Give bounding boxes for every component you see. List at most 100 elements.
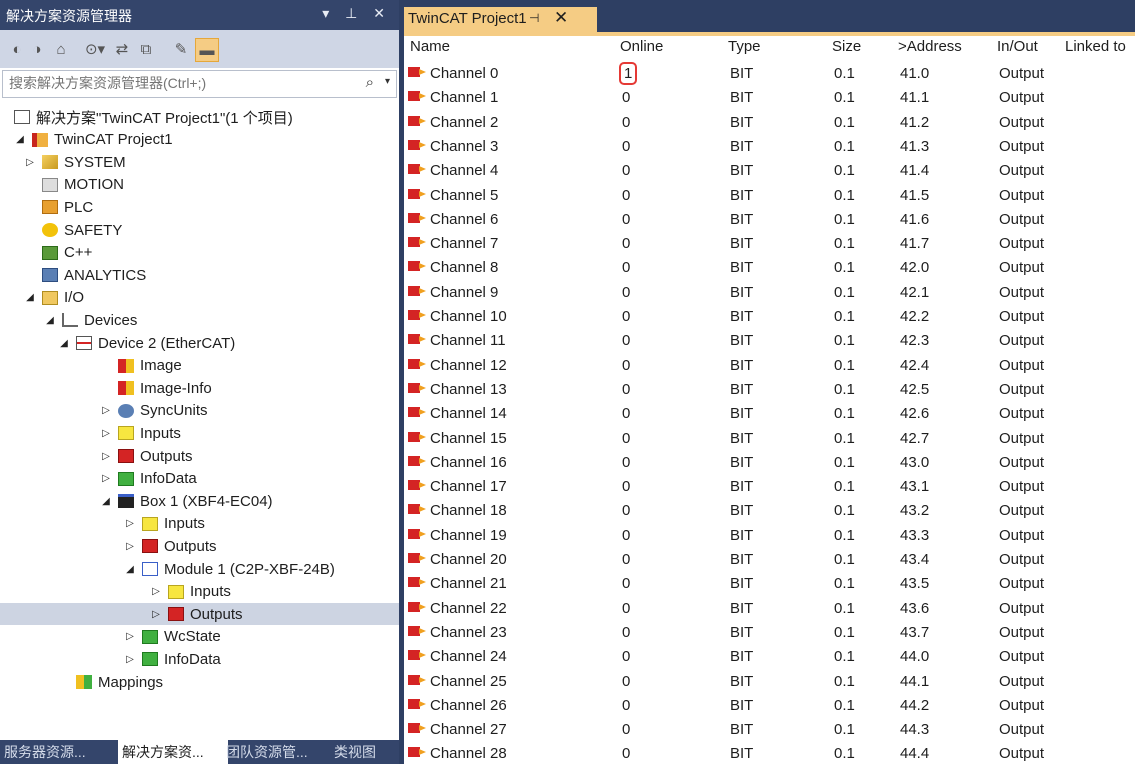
search-icon[interactable]: ⌕ xyxy=(366,74,374,91)
bottom-tab[interactable]: 解决方案资... xyxy=(118,740,228,764)
online-value[interactable]: 0 xyxy=(622,357,630,374)
table-row[interactable]: Channel 20 0 BIT 0.1 43.4 Output xyxy=(404,547,1135,571)
table-row[interactable]: Channel 2 0 BIT 0.1 41.2 Output xyxy=(404,110,1135,134)
online-value[interactable]: 0 xyxy=(622,308,630,325)
online-value[interactable]: 0 xyxy=(622,89,630,106)
close-icon[interactable]: ✕ xyxy=(554,8,568,28)
properties-wrench-icon[interactable]: ✎ xyxy=(170,38,192,60)
expand-arrow-icon[interactable]: ◢ xyxy=(44,315,56,326)
online-value[interactable]: 0 xyxy=(622,575,630,592)
online-value[interactable]: 0 xyxy=(622,211,630,228)
home-icon[interactable]: ⌂ xyxy=(50,38,72,60)
table-row[interactable]: Channel 9 0 BIT 0.1 42.1 Output xyxy=(404,280,1135,304)
table-row[interactable]: Channel 14 0 BIT 0.1 42.6 Output xyxy=(404,401,1135,425)
online-value[interactable]: 0 xyxy=(622,430,630,447)
table-row[interactable]: Channel 13 0 BIT 0.1 42.5 Output xyxy=(404,377,1135,401)
tree-node[interactable]: ◢ Device 2 (EtherCAT) xyxy=(0,332,399,354)
online-value[interactable]: 0 xyxy=(622,138,630,155)
document-tab[interactable]: TwinCAT Project1 ⊣ ✕ xyxy=(404,7,597,32)
sync-icon[interactable]: ⇄ xyxy=(112,38,132,60)
online-value[interactable]: 0 xyxy=(622,162,630,179)
back-icon[interactable]: ◐ xyxy=(8,38,26,60)
tree-node[interactable]: Image-Info xyxy=(0,377,399,399)
table-row[interactable]: Channel 7 0 BIT 0.1 41.7 Output xyxy=(404,231,1135,255)
online-value[interactable]: 0 xyxy=(622,551,630,568)
online-value[interactable]: 0 xyxy=(622,721,630,738)
online-value[interactable]: 0 xyxy=(622,187,630,204)
tree-node[interactable]: ▷ Outputs xyxy=(0,603,399,626)
tree-node[interactable]: ▷ InfoData xyxy=(0,468,399,490)
solution-search-box[interactable]: ⌕ ▾ xyxy=(2,70,397,98)
table-row[interactable]: Channel 21 0 BIT 0.1 43.5 Output xyxy=(404,571,1135,595)
column-header[interactable]: In/Out xyxy=(997,38,1038,55)
table-row[interactable]: Channel 6 0 BIT 0.1 41.6 Output xyxy=(404,207,1135,231)
online-value[interactable]: 0 xyxy=(622,527,630,544)
table-row[interactable]: Channel 22 0 BIT 0.1 43.6 Output xyxy=(404,596,1135,620)
bottom-tab[interactable]: 类视图 xyxy=(330,740,404,764)
online-value[interactable]: 0 xyxy=(622,648,630,665)
table-row[interactable]: Channel 8 0 BIT 0.1 42.0 Output xyxy=(404,255,1135,279)
forward-icon[interactable]: ◑ xyxy=(28,38,46,60)
tree-node[interactable]: ANALYTICS xyxy=(0,264,399,286)
expand-arrow-icon[interactable]: ◢ xyxy=(58,338,70,349)
pending-changes-icon[interactable]: ⊙▾ xyxy=(80,38,110,60)
column-header[interactable]: Type xyxy=(728,38,761,55)
online-value[interactable]: 0 xyxy=(622,405,630,422)
column-header[interactable]: >Address xyxy=(898,38,962,55)
column-header[interactable]: Name xyxy=(410,38,450,55)
expand-arrow-icon[interactable]: ▷ xyxy=(124,541,136,552)
table-row[interactable]: Channel 18 0 BIT 0.1 43.2 Output xyxy=(404,498,1135,522)
tree-node[interactable]: ◢ Devices xyxy=(0,309,399,331)
tree-node[interactable]: ▷ WcState xyxy=(0,626,399,648)
online-value[interactable]: 0 xyxy=(622,235,630,252)
tree-node[interactable]: Mappings xyxy=(0,671,399,693)
expand-arrow-icon[interactable]: ▷ xyxy=(100,473,112,484)
tree-node[interactable]: ◢ TwinCAT Project1 xyxy=(0,129,399,151)
tree-node[interactable]: ▷ Outputs xyxy=(0,535,399,557)
table-row[interactable]: Channel 24 0 BIT 0.1 44.0 Output xyxy=(404,644,1135,668)
expand-arrow-icon[interactable]: ▷ xyxy=(124,654,136,665)
online-value[interactable]: 0 xyxy=(622,502,630,519)
tree-node[interactable]: ▷ Inputs xyxy=(0,581,399,603)
tree-node[interactable]: ◢ Box 1 (XBF4-EC04) xyxy=(0,490,399,512)
pin-icon[interactable]: ⊣ xyxy=(529,11,539,25)
expand-arrow-icon[interactable]: ▷ xyxy=(150,609,162,620)
column-header[interactable]: Size xyxy=(832,38,861,55)
online-value[interactable]: 0 xyxy=(622,600,630,617)
table-row[interactable]: Channel 11 0 BIT 0.1 42.3 Output xyxy=(404,328,1135,352)
table-row[interactable]: Channel 16 0 BIT 0.1 43.0 Output xyxy=(404,450,1135,474)
online-value[interactable]: 1 xyxy=(618,62,638,85)
online-value[interactable]: 0 xyxy=(622,454,630,471)
bottom-tab[interactable]: 团队资源管... xyxy=(222,740,334,764)
table-row[interactable]: Channel 12 0 BIT 0.1 42.4 Output xyxy=(404,353,1135,377)
tree-node[interactable]: ▷ Inputs xyxy=(0,422,399,444)
tree-node[interactable]: MOTION xyxy=(0,174,399,196)
expand-arrow-icon[interactable]: ◢ xyxy=(24,292,36,303)
expand-arrow-icon[interactable]: ▷ xyxy=(124,518,136,529)
tree-node[interactable]: ▷ SYSTEM xyxy=(0,151,399,173)
table-row[interactable]: Channel 25 0 BIT 0.1 44.1 Output xyxy=(404,669,1135,693)
online-value[interactable]: 0 xyxy=(622,624,630,641)
chevron-down-icon[interactable]: ▾ xyxy=(385,76,390,87)
online-value[interactable]: 0 xyxy=(622,745,630,762)
expand-arrow-icon[interactable]: ▷ xyxy=(150,586,162,597)
table-row[interactable]: Channel 27 0 BIT 0.1 44.3 Output xyxy=(404,717,1135,741)
online-value[interactable]: 0 xyxy=(622,114,630,131)
expand-arrow-icon[interactable]: ◢ xyxy=(100,496,112,507)
table-row[interactable]: Channel 4 0 BIT 0.1 41.4 Output xyxy=(404,158,1135,182)
expand-arrow-icon[interactable]: ▷ xyxy=(100,405,112,416)
online-value[interactable]: 0 xyxy=(622,478,630,495)
online-value[interactable]: 0 xyxy=(622,381,630,398)
online-value[interactable]: 0 xyxy=(622,259,630,276)
table-row[interactable]: Channel 23 0 BIT 0.1 43.7 Output xyxy=(404,620,1135,644)
expand-arrow-icon[interactable]: ▷ xyxy=(124,631,136,642)
tree-node[interactable]: ◢ Module 1 (C2P-XBF-24B) xyxy=(0,558,399,580)
column-header[interactable]: Online xyxy=(620,38,663,55)
expand-arrow-icon[interactable]: ▷ xyxy=(100,451,112,462)
table-row[interactable]: Channel 10 0 BIT 0.1 42.2 Output xyxy=(404,304,1135,328)
column-header[interactable]: Linked to xyxy=(1065,38,1126,55)
search-input[interactable] xyxy=(3,71,345,95)
expand-arrow-icon[interactable]: ◢ xyxy=(124,564,136,575)
table-row[interactable]: Channel 26 0 BIT 0.1 44.2 Output xyxy=(404,693,1135,717)
table-row[interactable]: Channel 1 0 BIT 0.1 41.1 Output xyxy=(404,85,1135,109)
